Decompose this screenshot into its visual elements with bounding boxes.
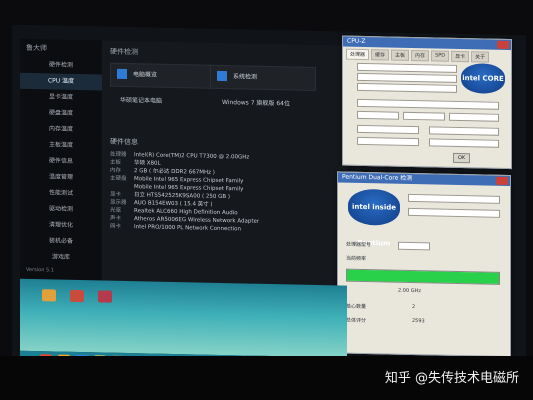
cpuz-tab[interactable]: 主板: [391, 49, 410, 61]
sidebar-item[interactable]: CPU 温度: [20, 72, 102, 91]
cache-field: [429, 126, 499, 136]
watermark: 知乎 @失传技术电磁所: [384, 371, 519, 386]
desktop: [20, 278, 347, 358]
sidebar-item[interactable]: 游戏库: [20, 249, 102, 267]
pentium-title: Pentium Dual-Core 检测: [342, 173, 413, 182]
family-field: [357, 110, 399, 120]
cpu-package-field: [357, 82, 457, 93]
core-speed-field: [357, 124, 419, 135]
processor-model-label: 处理器型号: [346, 241, 372, 249]
app-icon[interactable]: [70, 289, 84, 303]
cpu-spec-field: [357, 98, 499, 110]
processor-model-field: [398, 241, 430, 251]
computer-icon: [117, 68, 127, 80]
cpuz-tab[interactable]: 处理器: [346, 48, 370, 61]
app-sidebar: 鲁大师 硬件检测 CPU 温度 显卡温度 硬盘温度 内存温度 主板温度 硬件信息 温度管理 性能…: [20, 38, 102, 281]
cpuz-title: CPU-Z: [347, 37, 366, 46]
monitor-screen: 鲁大师 硬件检测 CPU 温度 显卡温度 硬盘温度 内存温度 主板温度 硬件信息 温度管理 性能…: [12, 24, 526, 370]
main-panel: 硬件检测 电脑概览 系统检测 华硕笔记本电脑 Windows 7 旗舰版 64位…: [102, 40, 347, 286]
cpuz-tab[interactable]: 缓存: [371, 49, 390, 61]
pentium-titlebar: Pentium Dual-Core 检测: [338, 172, 510, 187]
score-value: 2593: [412, 317, 425, 325]
sidebar-item[interactable]: 显卡温度: [20, 89, 102, 107]
speed-label: 2.00 GHz: [398, 287, 421, 295]
l2-field: [429, 138, 499, 148]
current-frequency-label: 当前频率: [346, 255, 367, 263]
app-title: 鲁大师: [26, 43, 47, 53]
computer-overview-button[interactable]: 电脑概览: [110, 62, 216, 89]
intel-pentium-logo: intel inside Pentium: [348, 188, 400, 248]
sidebar-item[interactable]: 内存温度: [20, 121, 102, 139]
close-icon[interactable]: [497, 40, 509, 50]
app-icon[interactable]: [98, 290, 112, 303]
sidebar-item[interactable]: 驱动检测: [20, 201, 102, 219]
cpuz-window: CPU-Z 处理器 缓存 主板 内存 SPD 显卡 关于 intel CORE OK: [342, 35, 512, 170]
core-count-value: 2: [412, 303, 416, 311]
speed-progress-fill: [347, 269, 499, 284]
multiplier-field: [357, 136, 419, 147]
system-check-label: 系统检测: [233, 73, 258, 81]
page-title: 硬件检测: [110, 47, 138, 57]
pentium-window: Pentium Dual-Core 检测 intel inside Pentiu…: [337, 171, 511, 358]
sidebar-item[interactable]: 装机必备: [20, 233, 102, 251]
hardware-spec-list: 处理器 Intel(R) Core(TM)2 CPU T7300 @ 2.00GH…: [110, 151, 340, 236]
intel-core-logo: intel CORE: [461, 63, 505, 94]
speed-progress-bar: [346, 268, 500, 285]
cpuz-tab[interactable]: 内存: [411, 49, 430, 62]
sidebar-list: 硬件检测 CPU 温度 显卡温度 硬盘温度 内存温度 主板温度 硬件信息 温度管理 性能测试 驱动…: [20, 57, 102, 267]
windows-icon: [217, 70, 227, 82]
cpuz-tab[interactable]: SPD: [431, 50, 450, 62]
sidebar-item[interactable]: 主板温度: [20, 137, 102, 155]
spec-key: 网卡: [110, 223, 122, 230]
chrome-icon[interactable]: [42, 289, 56, 302]
sidebar-item[interactable]: 温度管理: [20, 169, 102, 187]
core-count-label: 核心数量: [346, 303, 367, 311]
sidebar-item[interactable]: 清理优化: [20, 217, 102, 235]
score-label: 总体评分: [346, 317, 367, 325]
sidebar-item[interactable]: 性能测试: [20, 185, 102, 203]
computer-overview-label: 电脑概览: [133, 71, 158, 79]
system-check-button[interactable]: 系统检测: [210, 64, 316, 91]
stepping-field: [449, 112, 499, 122]
cpuz-tab[interactable]: 显卡: [451, 50, 470, 63]
cpu-code-field: [357, 72, 457, 83]
cpuz-tab[interactable]: 关于: [471, 51, 490, 63]
cpu-id-field: [408, 193, 500, 204]
hardware-info-title: 硬件信息: [110, 137, 138, 147]
cpu-model-field: [408, 207, 500, 218]
cpu-name-field: [357, 62, 457, 73]
computer-model: 华硕笔记本电脑: [120, 96, 163, 105]
sidebar-item[interactable]: 硬件信息: [20, 153, 102, 171]
sidebar-item[interactable]: 硬件检测: [20, 57, 102, 75]
model-field: [403, 111, 445, 121]
close-icon[interactable]: [496, 176, 508, 186]
sidebar-item[interactable]: 硬盘温度: [20, 105, 102, 123]
version-label: Version 5.1: [26, 266, 54, 274]
os-version: Windows 7 旗舰版 64位: [222, 99, 290, 108]
ok-button[interactable]: OK: [453, 152, 471, 164]
